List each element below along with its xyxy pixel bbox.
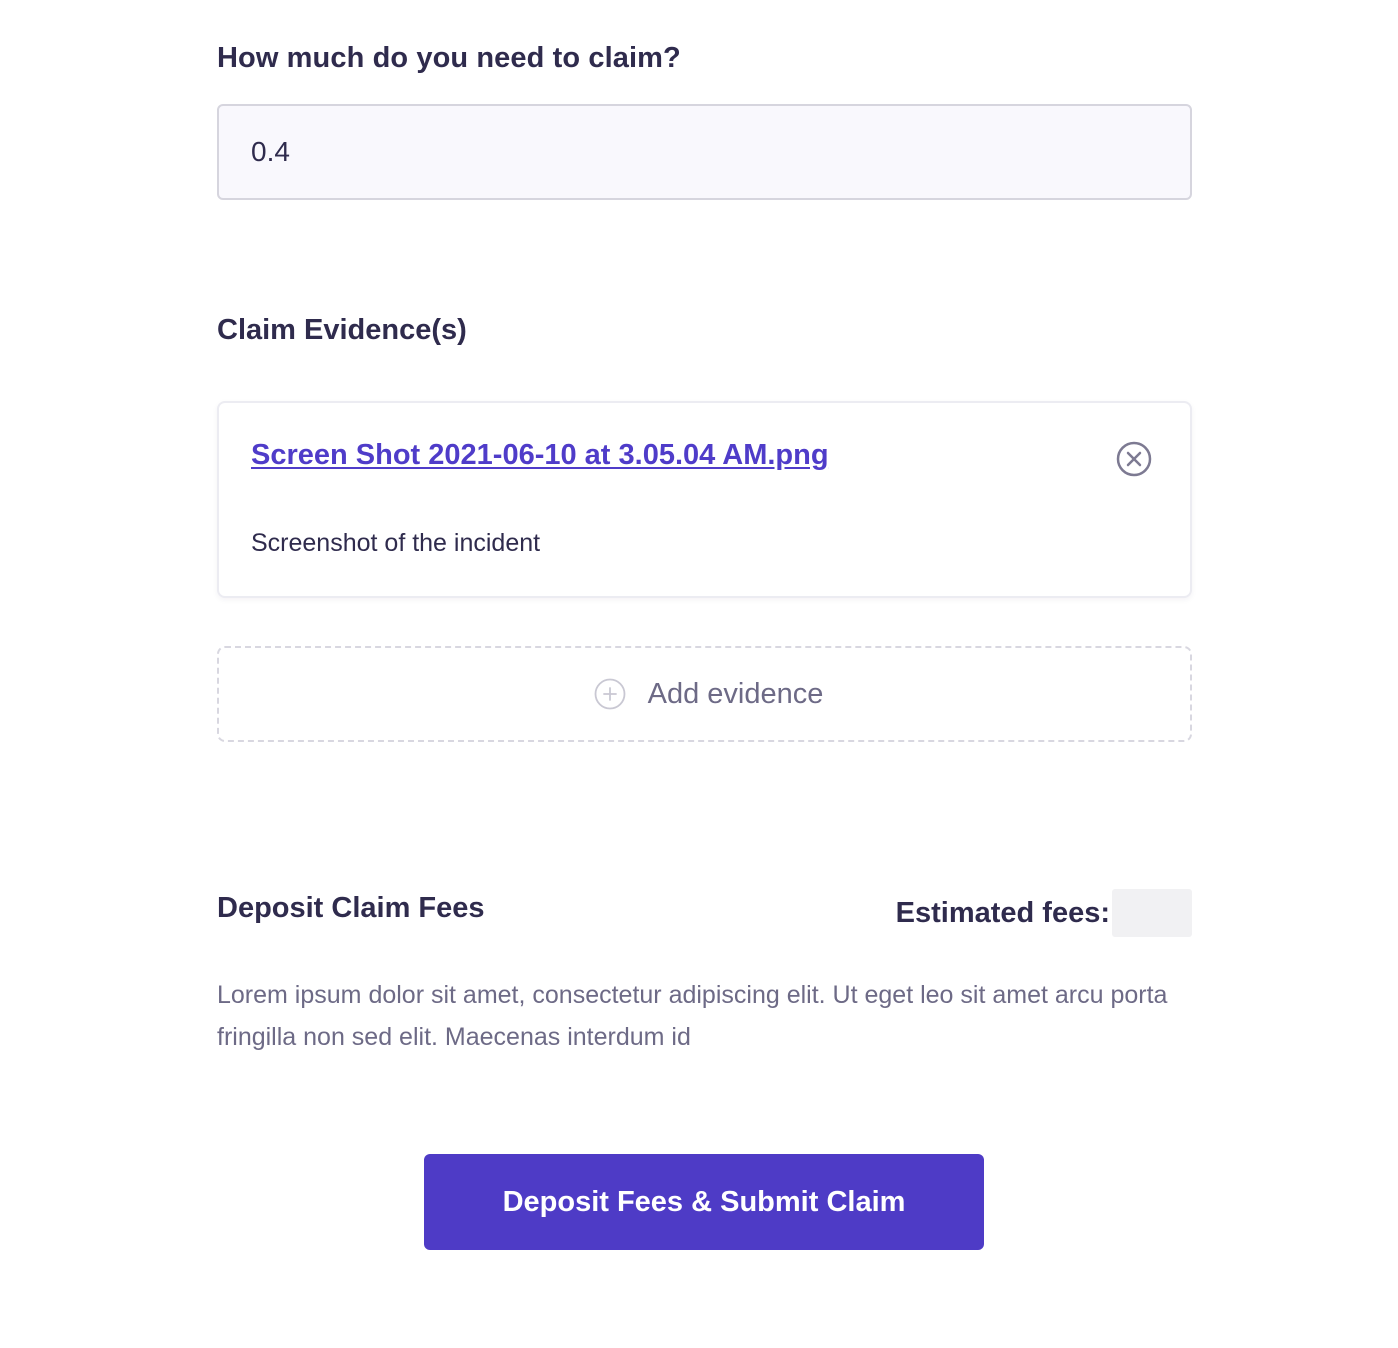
evidence-file-link[interactable]: Screen Shot 2021-06-10 at 3.05.04 AM.png <box>251 439 829 472</box>
estimated-fees-value <box>1112 889 1192 937</box>
add-evidence-button[interactable]: Add evidence <box>217 646 1192 742</box>
claim-amount-label: How much do you need to claim? <box>217 42 681 74</box>
close-circle-icon[interactable] <box>1116 441 1152 477</box>
estimated-fees-label: Estimated fees: <box>895 896 1110 929</box>
evidence-description: Screenshot of the incident <box>251 529 541 557</box>
fees-section-title: Deposit Claim Fees <box>217 892 485 924</box>
claim-amount-input[interactable] <box>217 104 1192 200</box>
plus-circle-icon <box>594 678 626 710</box>
evidence-card: Screen Shot 2021-06-10 at 3.05.04 AM.png… <box>217 401 1192 598</box>
evidence-section-title: Claim Evidence(s) <box>217 314 467 346</box>
add-evidence-label: Add evidence <box>647 677 824 710</box>
fees-description: Lorem ipsum dolor sit amet, consectetur … <box>217 981 1168 1051</box>
estimated-fees: Estimated fees: <box>896 889 1192 937</box>
submit-claim-button[interactable]: Deposit Fees & Submit Claim <box>424 1154 984 1250</box>
